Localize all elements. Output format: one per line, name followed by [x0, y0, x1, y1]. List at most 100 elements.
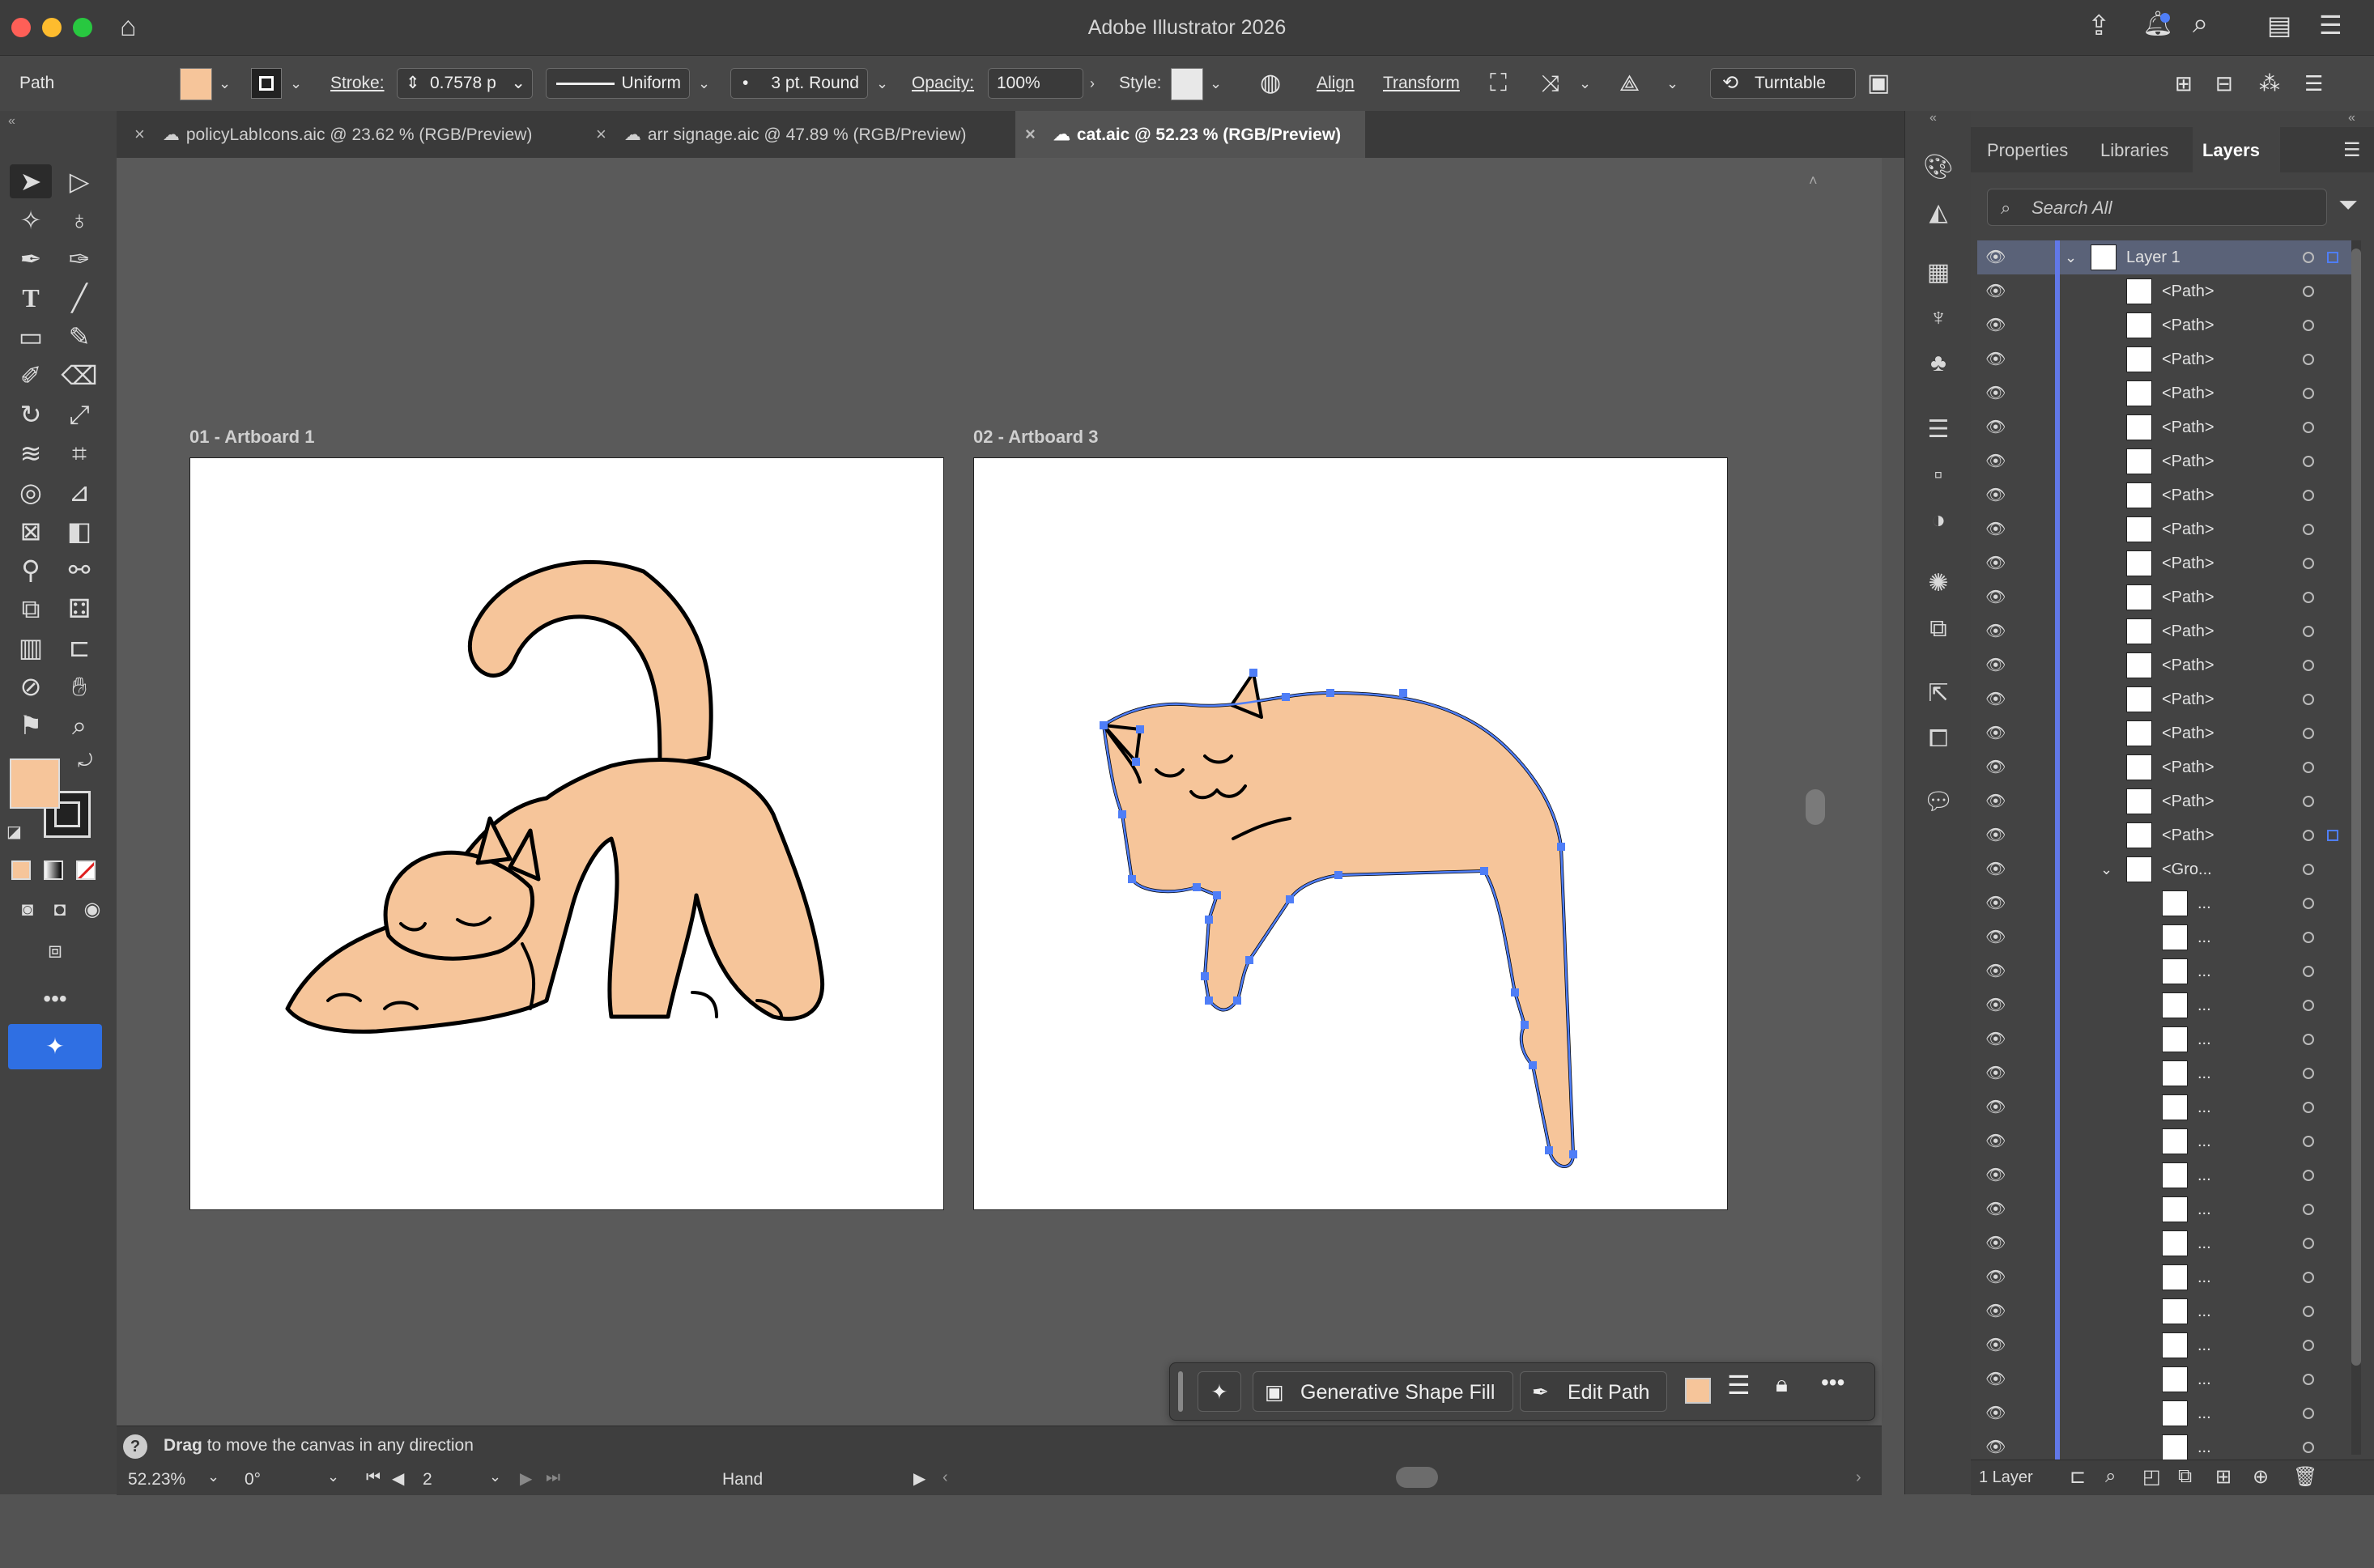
group-child-row[interactable]: 👁︎... [1977, 1090, 2359, 1124]
horizontal-scrollbar-thumb[interactable] [1396, 1467, 1438, 1488]
visibility-eye-icon[interactable]: 👁︎ [1985, 1260, 2006, 1294]
last-artboard-icon[interactable]: ⏭ [546, 1468, 560, 1487]
target-circle-icon[interactable] [2303, 1204, 2314, 1215]
visibility-eye-icon[interactable]: 👁︎ [1985, 274, 2006, 308]
new-layer-plus-icon[interactable]: ⊕ [2253, 1465, 2269, 1489]
visibility-eye-icon[interactable]: 👁︎ [1985, 988, 2006, 1022]
group-child-row[interactable]: 👁︎... [1977, 1328, 2359, 1362]
visibility-eye-icon[interactable]: 👁︎ [1985, 512, 2006, 546]
visibility-eye-icon[interactable]: 👁︎ [1985, 1192, 2006, 1226]
distribute-icon[interactable]: ⊟ [2215, 56, 2233, 111]
line-tool-icon[interactable]: ╱ [58, 281, 100, 315]
scroll-up-arrow[interactable]: ˄ [1809, 172, 1818, 189]
group-child-row[interactable]: 👁︎... [1977, 1192, 2359, 1226]
visibility-eye-icon[interactable]: 👁︎ [1985, 1396, 2006, 1430]
target-circle-icon[interactable] [2303, 1034, 2314, 1045]
chevron-right-icon[interactable]: › [1090, 56, 1095, 111]
new-sublayer-icon[interactable]: ⧉ [2178, 1465, 2192, 1488]
visibility-eye-icon[interactable]: 👁︎ [1985, 1294, 2006, 1328]
target-circle-icon[interactable] [2303, 1000, 2314, 1011]
help-icon[interactable]: ? [123, 1434, 147, 1459]
close-icon[interactable]: × [1025, 124, 1036, 144]
graphic-styles-icon[interactable]: ⧉ [1920, 613, 1957, 645]
none-mode-icon[interactable] [76, 860, 96, 880]
target-circle-icon[interactable] [2303, 1068, 2314, 1079]
gradient-panel-icon[interactable]: ▫ [1920, 459, 1957, 491]
recolor-artwork-icon[interactable]: ◍ [1260, 56, 1281, 111]
type-tool-icon[interactable]: T [10, 281, 52, 315]
vertical-scrollbar-thumb[interactable] [1806, 789, 1825, 825]
visibility-eye-icon[interactable]: 👁︎ [1985, 818, 2006, 852]
chevron-down-icon[interactable]: ⌄ [511, 69, 525, 98]
target-circle-icon[interactable] [2303, 320, 2314, 331]
path-row[interactable]: 👁︎ <Path> [1977, 648, 2359, 682]
draw-inside-icon[interactable]: ◉ [71, 893, 113, 927]
brushes-icon[interactable]: ♆ [1920, 302, 1957, 334]
path-row[interactable]: 👁︎ <Path> [1977, 784, 2359, 818]
target-circle-icon[interactable] [2303, 1374, 2314, 1385]
visibility-eye-icon[interactable]: 👁︎ [1985, 308, 2006, 342]
visibility-eye-icon[interactable]: 👁︎ [1985, 1362, 2006, 1396]
target-circle-icon[interactable] [2303, 490, 2314, 501]
group-row[interactable]: 👁︎ ⌄ <Gro... [1977, 852, 2359, 886]
export-icon[interactable]: ⇱ [1920, 678, 1957, 710]
target-circle-icon[interactable] [2303, 1272, 2314, 1283]
tab-properties[interactable]: Properties [1987, 140, 2068, 161]
share-icon[interactable]: ⇪ [2087, 10, 2111, 42]
target-circle-icon[interactable] [2303, 1136, 2314, 1147]
pen-tool-icon[interactable]: ✒ [10, 242, 52, 276]
visibility-eye-icon[interactable]: 👁︎ [1985, 546, 2006, 580]
tab-libraries[interactable]: Libraries [2100, 140, 2168, 161]
print-tiling-tool-icon[interactable]: ⚑ [10, 708, 52, 742]
group-child-row[interactable]: 👁︎... [1977, 1226, 2359, 1260]
group-child-row[interactable]: 👁︎... [1977, 1294, 2359, 1328]
path-row[interactable]: 👁︎ <Path> [1977, 818, 2359, 852]
chevron-down-icon[interactable]: ⌄ [2065, 240, 2077, 274]
lasso-tool-icon[interactable]: ♁ [58, 203, 100, 237]
locate-object-icon[interactable]: ⌕ [2105, 1465, 2116, 1488]
comments-icon[interactable]: 💬︎ [1920, 786, 1957, 818]
target-circle-icon[interactable] [2303, 796, 2314, 807]
column-graph-tool-icon[interactable]: ▥ [10, 631, 52, 665]
target-circle-icon[interactable] [2303, 286, 2314, 297]
chevron-down-icon[interactable]: ⌄ [698, 56, 710, 111]
visibility-eye-icon[interactable]: 👁︎ [1985, 886, 2006, 920]
visibility-eye-icon[interactable]: 👁︎ [1985, 444, 2006, 478]
target-circle-icon[interactable] [2303, 388, 2314, 399]
target-circle-icon[interactable] [2303, 1408, 2314, 1419]
visibility-eye-icon[interactable]: 👁︎ [1985, 920, 2006, 954]
target-circle-icon[interactable] [2303, 728, 2314, 739]
group-child-row[interactable]: 👁︎... [1977, 1158, 2359, 1192]
path-row[interactable]: 👁︎ <Path> [1977, 376, 2359, 410]
target-circle-icon[interactable] [2303, 1306, 2314, 1317]
target-circle-icon[interactable] [2303, 1102, 2314, 1113]
more-options-icon[interactable]: ••• [1821, 1370, 1844, 1396]
target-circle-icon[interactable] [2303, 830, 2314, 841]
scroll-left-arrow[interactable]: ‹ [942, 1468, 948, 1487]
visibility-eye-icon[interactable]: 👁︎ [1985, 648, 2006, 682]
warp-tool-icon[interactable]: ≋ [10, 436, 52, 470]
target-circle-icon[interactable] [2303, 592, 2314, 603]
blend-tool-icon[interactable]: ⧉ [10, 592, 52, 626]
path-row[interactable]: 👁︎ <Path> [1977, 512, 2359, 546]
screen-mode-icon[interactable]: ⧈ [34, 933, 76, 967]
visibility-eye-icon[interactable]: 👁︎ [1985, 478, 2006, 512]
target-circle-icon[interactable] [2303, 898, 2314, 909]
tab-arr-signage[interactable]: × ☁ arr signage.aic @ 47.89 % (RGB/Preview… [586, 111, 1049, 158]
target-circle-icon[interactable] [2303, 252, 2314, 263]
graphic-style-swatch[interactable] [1171, 68, 1203, 100]
group-child-row[interactable]: 👁︎... [1977, 1260, 2359, 1294]
path-row[interactable]: 👁︎ <Path> [1977, 614, 2359, 648]
chevron-down-icon[interactable]: ⌄ [489, 1468, 501, 1485]
transform-link[interactable]: Transform [1383, 56, 1460, 111]
target-circle-icon[interactable] [2303, 966, 2314, 977]
swatches-icon[interactable]: ▦ [1920, 257, 1957, 289]
target-circle-icon[interactable] [2303, 762, 2314, 773]
scale-tool-icon[interactable]: ⤢ [58, 397, 100, 431]
chevron-down-icon[interactable]: ⌄ [1579, 56, 1591, 111]
selection-indicator[interactable] [2327, 830, 2338, 841]
visibility-eye-icon[interactable]: 👁︎ [1985, 1124, 2006, 1158]
shape-builder-tool-icon[interactable]: ◎ [10, 475, 52, 509]
status-menu-icon[interactable]: ▶ [913, 1468, 925, 1489]
visibility-eye-icon[interactable]: 👁︎ [1985, 240, 2006, 274]
